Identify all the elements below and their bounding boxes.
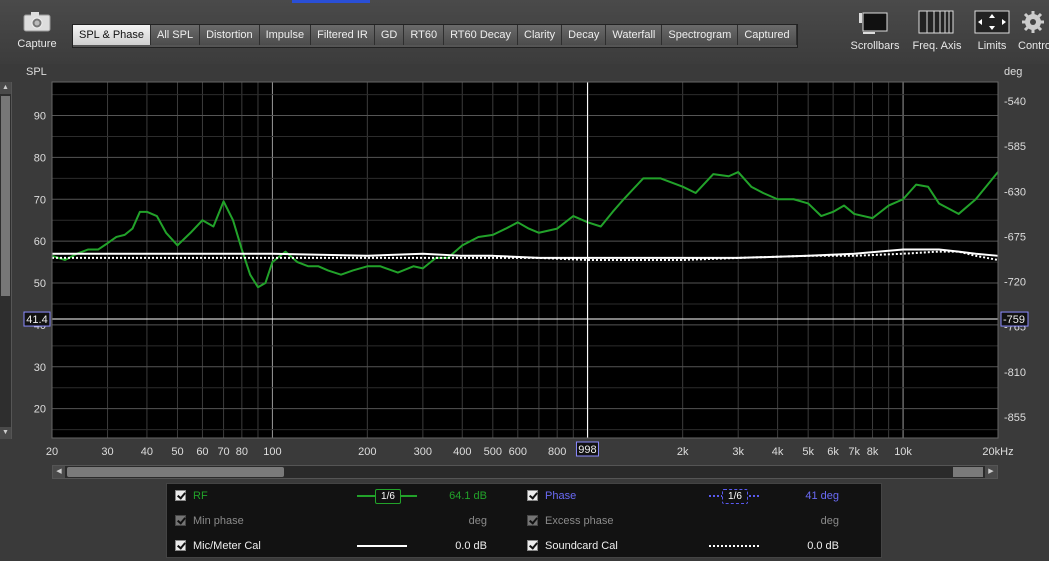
mic-cal-label: Mic/Meter Cal [193,540,261,552]
cursor-spl-label: 41.4 [26,314,47,326]
mic-cal-value: 0.0 dB [455,540,487,552]
soundcard-cal-line-sample [709,545,759,547]
right-tick-label: -720 [1004,277,1026,289]
right-tick-label: -855 [1004,412,1026,424]
x-tick-label: 8k [867,446,879,458]
left-tick-label: 90 [34,111,46,123]
phase-label: Phase [545,490,577,502]
x-tick-label: 3k [732,446,744,458]
excess-phase-checkbox[interactable] [527,515,538,526]
x-tick-label: 70 [217,446,229,458]
min-phase-value: deg [468,515,487,527]
rf-checkbox[interactable] [175,490,186,501]
min-phase-label: Min phase [193,515,244,527]
phase-smoothing-button[interactable]: 1/6 [722,489,748,504]
x-tick-label: 20 [46,446,58,458]
mic-cal-checkbox[interactable] [175,540,186,551]
rf-label: RF [193,490,208,502]
x-tick-label: 50 [171,446,183,458]
x-tick-label: 4k [772,446,784,458]
left-tick-label: 30 [34,362,46,374]
x-tick-label: 600 [509,446,527,458]
left-tick-label: 60 [34,236,46,248]
right-tick-label: -630 [1004,186,1026,198]
phase-value: 41 deg [805,490,839,502]
cursor-deg-label: -759 [1003,314,1025,326]
cursor-freq-label: 998 [578,444,596,456]
x-tick-label: 20kHz [982,446,1013,458]
x-tick-label: 300 [414,446,432,458]
left-tick-label: 70 [34,194,46,206]
x-tick-label: 6k [827,446,839,458]
x-tick-label: 400 [453,446,471,458]
x-tick-label: 30 [101,446,113,458]
right-tick-label: -675 [1004,231,1026,243]
x-tick-label: 800 [548,446,566,458]
legend-panel: RF 1/6 64.1 dB Phase 1/6 41 deg Min phas… [166,483,882,558]
horizontal-scroll-thumb-right[interactable] [953,467,983,477]
x-tick-label: 5k [802,446,814,458]
min-phase-checkbox[interactable] [175,515,186,526]
x-tick-label: 40 [141,446,153,458]
soundcard-cal-value: 0.0 dB [807,540,839,552]
rf-value: 64.1 dB [449,490,487,502]
left-tick-label: 80 [34,152,46,164]
right-tick-label: -585 [1004,141,1026,153]
mic-cal-line-sample [357,545,407,547]
excess-phase-label: Excess phase [545,515,614,527]
spl-phase-chart[interactable]: 9080706050403020-540-585-630-675-720-765… [0,0,1049,480]
x-tick-label: 60 [196,446,208,458]
scroll-right-arrow-icon[interactable]: ▶ [985,466,997,478]
left-tick-label: 50 [34,278,46,290]
legend-row-rf: RF 1/6 64.1 dB Phase 1/6 41 deg [167,486,883,506]
right-tick-label: -810 [1004,367,1026,379]
right-tick-label: -540 [1004,96,1026,108]
horizontal-scrollbar[interactable]: ◀ ▶ [52,465,998,479]
legend-row-min-phase: Min phase deg Excess phase deg [167,511,883,531]
legend-row-cal: Mic/Meter Cal 0.0 dB Soundcard Cal 0.0 d… [167,536,883,556]
scroll-left-arrow-icon[interactable]: ◀ [53,466,65,478]
phase-checkbox[interactable] [527,490,538,501]
x-tick-label: 200 [358,446,376,458]
x-tick-label: 7k [848,446,860,458]
x-tick-label: 80 [236,446,248,458]
x-tick-label: 2k [677,446,689,458]
rf-smoothing-button[interactable]: 1/6 [375,489,401,504]
excess-phase-value: deg [820,515,839,527]
left-tick-label: 20 [34,404,46,416]
plot-area[interactable] [52,82,998,438]
x-tick-label: 10k [894,446,912,458]
x-tick-label: 500 [484,446,502,458]
soundcard-cal-label: Soundcard Cal [545,540,618,552]
soundcard-cal-checkbox[interactable] [527,540,538,551]
horizontal-scroll-thumb[interactable] [67,467,284,477]
x-tick-label: 100 [263,446,281,458]
